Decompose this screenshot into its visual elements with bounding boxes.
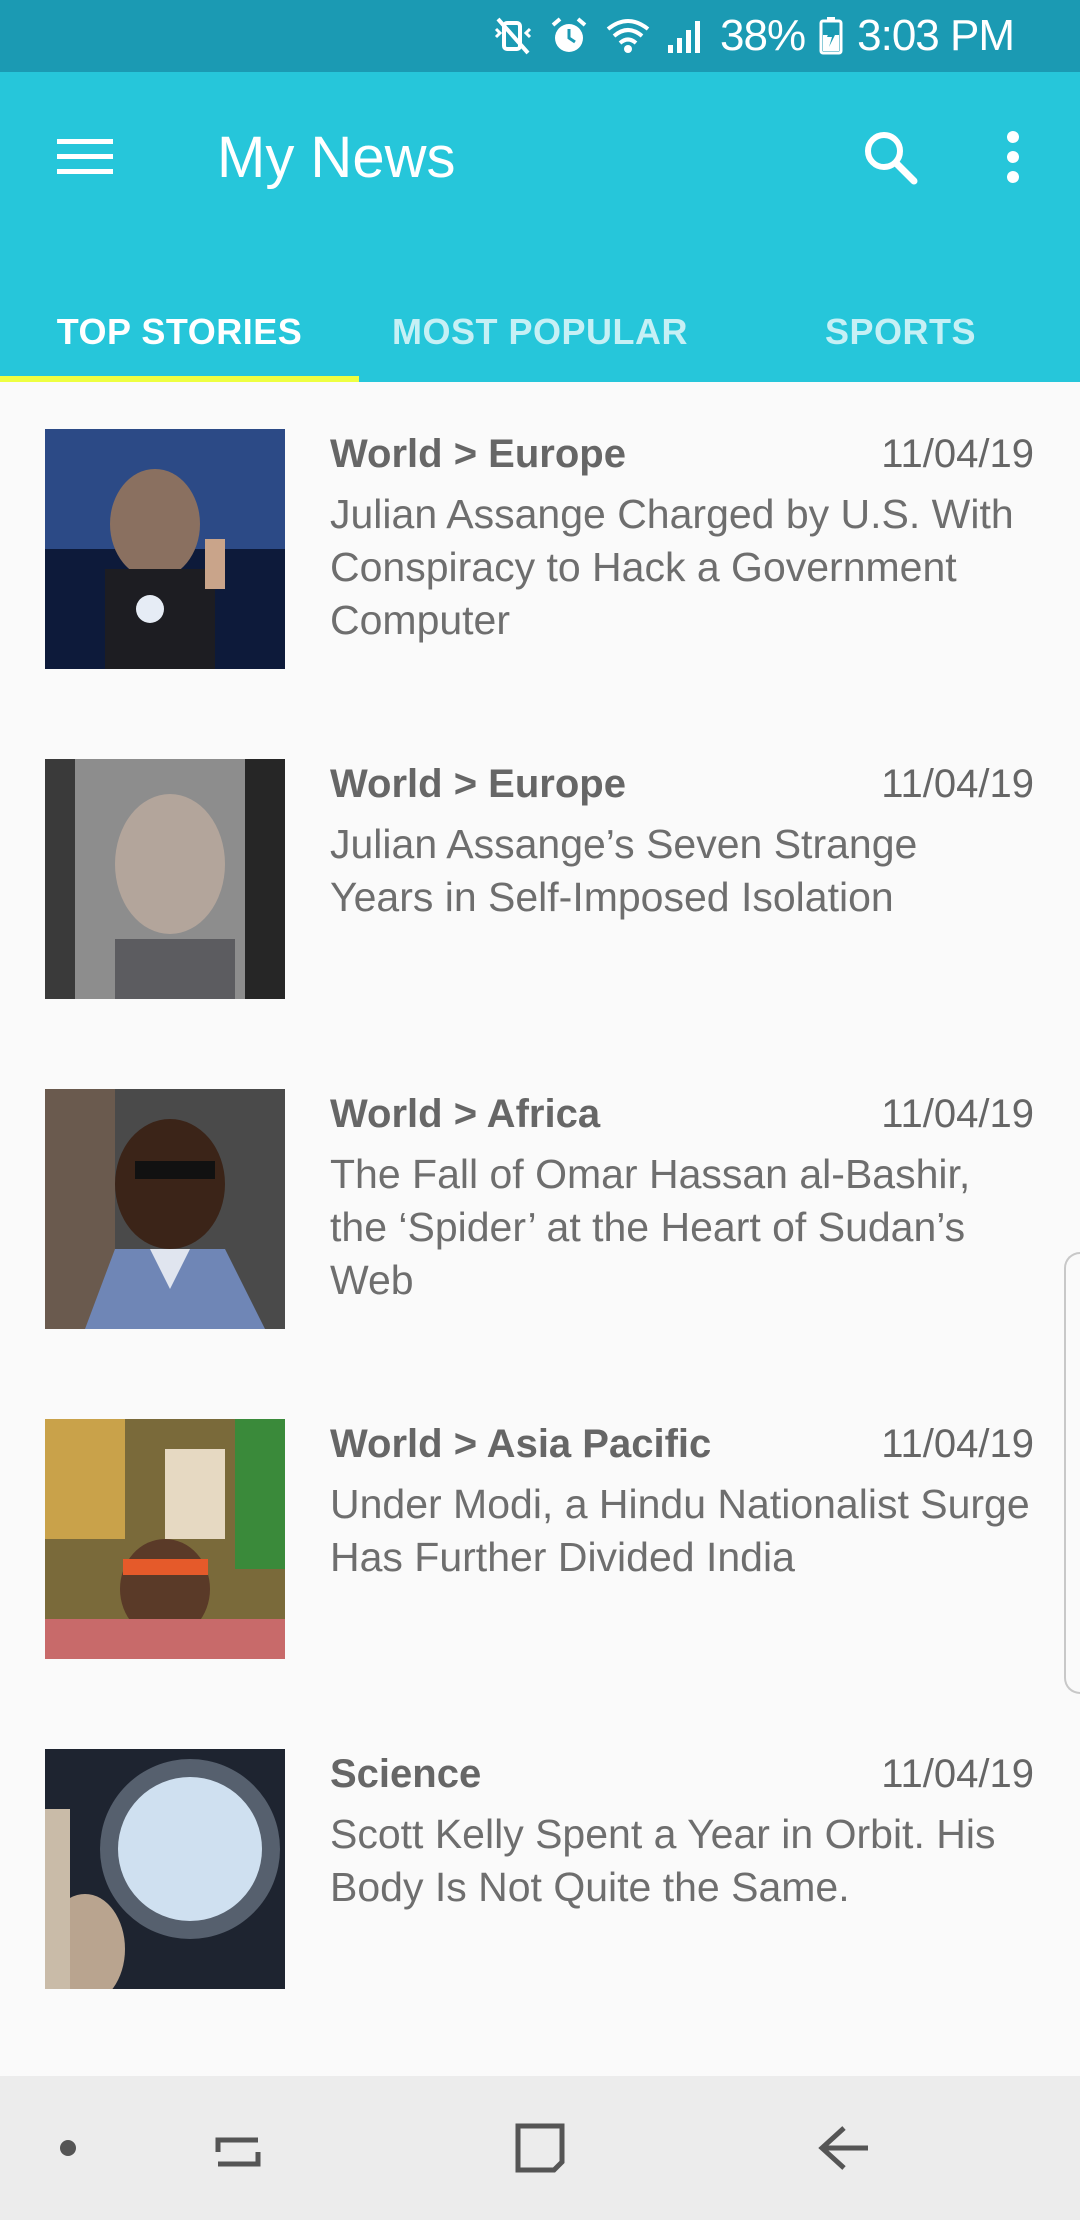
battery-percent: 38% [720, 11, 806, 60]
article-item[interactable]: World > Europe 11/04/19 Julian Assange C… [0, 382, 1080, 712]
article-thumbnail [45, 759, 285, 999]
edge-panel-handle[interactable] [1064, 1252, 1080, 1694]
tab-sports[interactable]: SPORTS [721, 282, 1080, 382]
search-icon [865, 132, 918, 185]
article-section: Science [330, 1752, 482, 1796]
tab-top-stories[interactable]: TOP STORIES [0, 282, 359, 382]
article-thumbnail [45, 1749, 285, 1989]
search-button[interactable] [845, 112, 935, 202]
article-headline: Julian Assange Charged by U.S. With Cons… [330, 491, 1014, 643]
article-section: World > Africa [330, 1092, 601, 1136]
article-headline: Under Modi, a Hindu Nationalist Surge Ha… [330, 1481, 1030, 1580]
article-date: 11/04/19 [881, 762, 1034, 806]
article-date: 11/04/19 [881, 1752, 1034, 1796]
article-item[interactable]: World > Europe 11/04/19 Julian Assange’s… [0, 712, 1080, 1042]
recents-icon [215, 2137, 261, 2167]
menu-button[interactable] [40, 112, 130, 202]
alarm-icon [548, 15, 590, 57]
clock: 3:03 PM [857, 11, 1015, 60]
back-icon [818, 2126, 868, 2170]
more-vertical-icon [1007, 131, 1019, 183]
article-item[interactable]: World > Asia Pacific 11/04/19 Under Modi… [0, 1372, 1080, 1702]
home-button[interactable] [500, 2108, 580, 2188]
navigation-bar [0, 2076, 1080, 2220]
article-date: 11/04/19 [881, 432, 1034, 476]
article-headline: Julian Assange’s Seven Strange Years in … [330, 821, 918, 920]
article-item[interactable]: Science 11/04/19 Scott Kelly Spent a Yea… [0, 1702, 1080, 2032]
article-thumbnail [45, 1089, 285, 1329]
article-item[interactable]: World > Africa 11/04/19 The Fall of Omar… [0, 1042, 1080, 1372]
article-thumbnail [45, 429, 285, 669]
recents-button[interactable] [198, 2108, 278, 2188]
signal-icon [666, 15, 706, 57]
home-icon [515, 2123, 565, 2173]
status-bar: 38% 3:03 PM [0, 0, 1080, 72]
article-section: World > Europe [330, 762, 626, 806]
article-thumbnail [45, 1419, 285, 1659]
article-date: 11/04/19 [881, 1422, 1034, 1466]
article-headline: Scott Kelly Spent a Year in Orbit. His B… [330, 1811, 996, 1910]
back-button[interactable] [804, 2108, 884, 2188]
article-headline: The Fall of Omar Hassan al-Bashir, the ‘… [330, 1151, 971, 1303]
more-options-button[interactable] [968, 112, 1058, 202]
app-title: My News [217, 125, 456, 190]
tab-bar: TOP STORIES MOST POPULAR SPORTS [0, 282, 1080, 382]
mute-vibrate-icon [492, 15, 534, 57]
battery-icon [819, 15, 843, 57]
article-section: World > Europe [330, 432, 626, 476]
app-bar: My News TOP STORIES MOST POPULAR SPORTS [0, 72, 1080, 382]
tab-most-popular[interactable]: MOST POPULAR [359, 282, 721, 382]
article-date: 11/04/19 [881, 1092, 1034, 1136]
hamburger-menu-icon [57, 139, 113, 174]
wifi-icon [604, 15, 652, 57]
status-icons: 38% 3:03 PM [492, 0, 1080, 72]
nav-dot-button[interactable] [28, 2108, 108, 2188]
article-section: World > Asia Pacific [330, 1422, 712, 1466]
dot-icon [60, 2140, 76, 2156]
